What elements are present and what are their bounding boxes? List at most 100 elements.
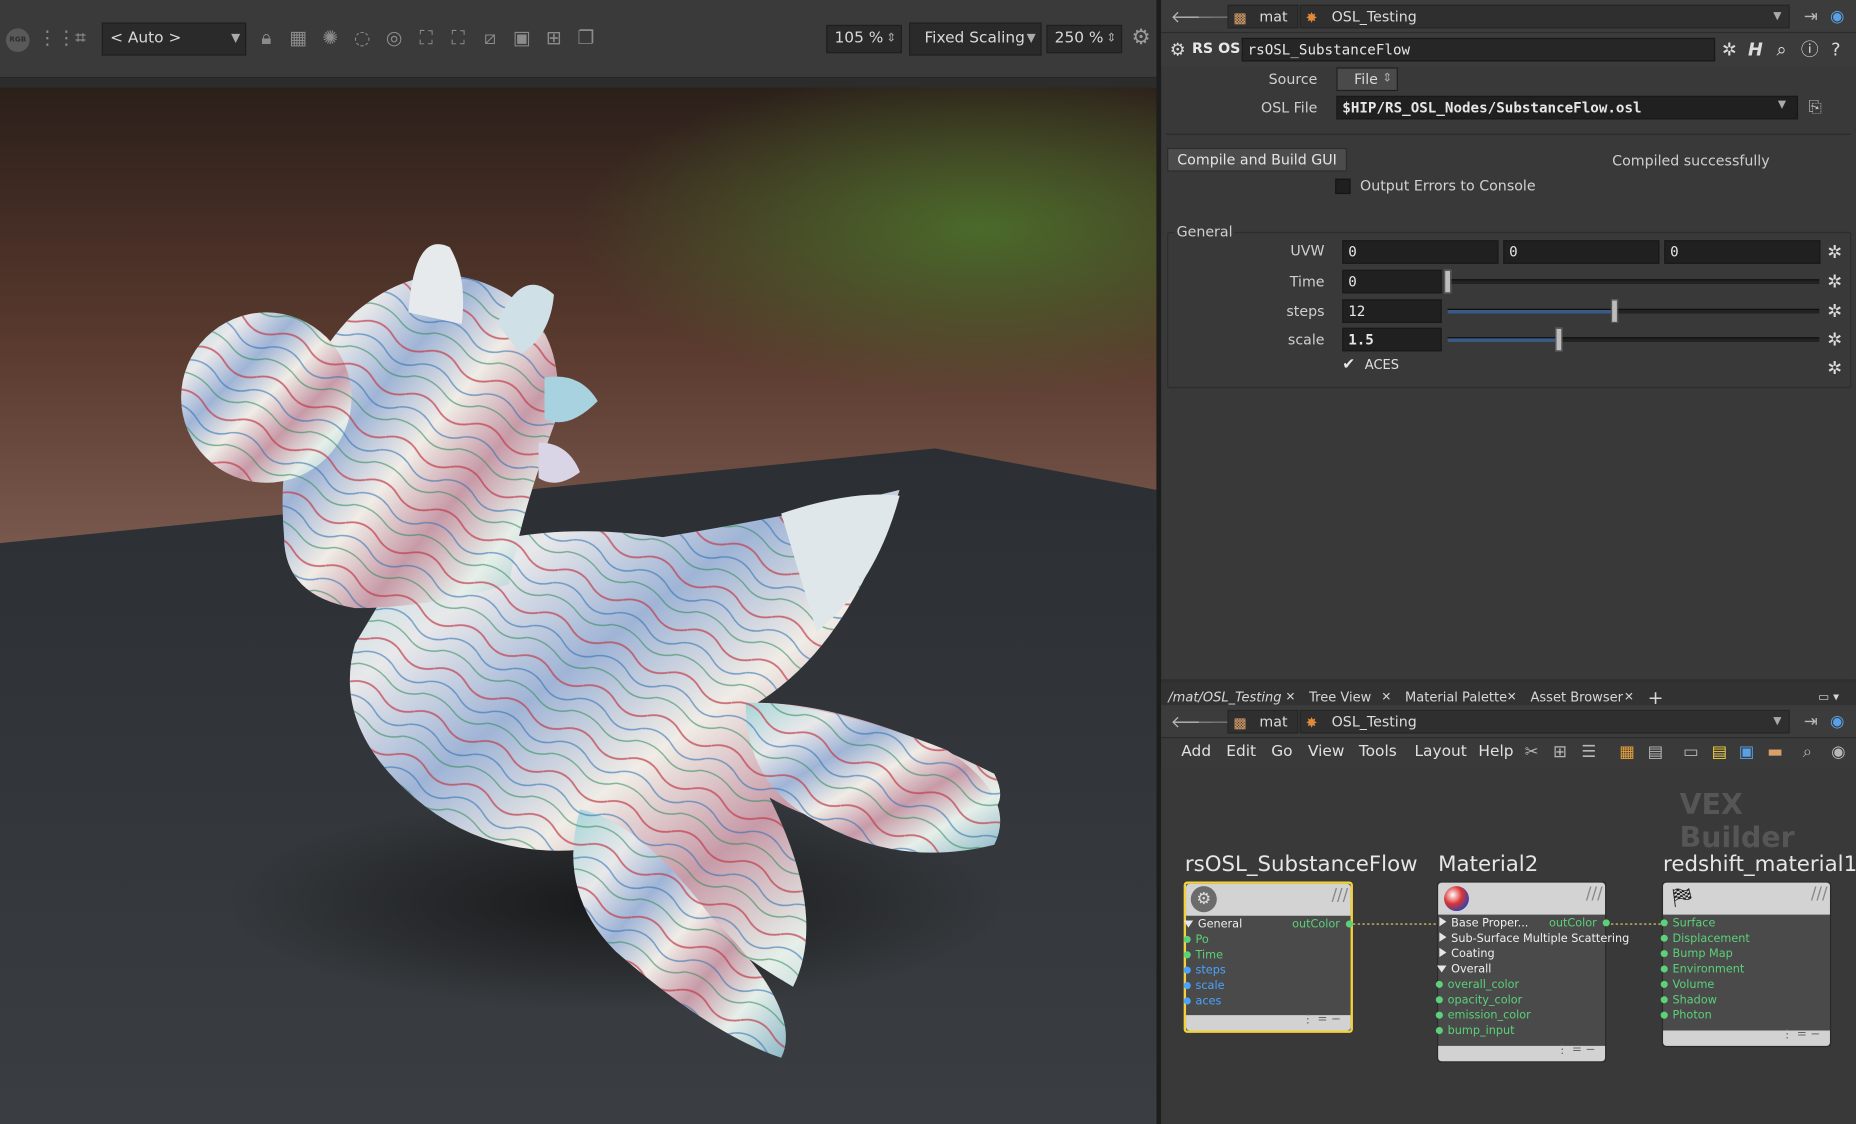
tree-icon[interactable]: ⊞ [1553, 743, 1567, 762]
output-errors-checkbox[interactable] [1335, 178, 1351, 195]
node-flags-icon[interactable]: /// [1331, 886, 1348, 905]
node1-input-scale[interactable]: scale [1183, 980, 1224, 993]
node2-output-outcolor[interactable]: outColor [1549, 917, 1610, 930]
menu-layout[interactable]: Layout [1414, 743, 1466, 761]
node-menu-icon[interactable]: ⋮ = − [1302, 1013, 1341, 1026]
crop-icon[interactable]: ⌗ [69, 26, 93, 50]
region-icon[interactable]: ⛶ [446, 26, 470, 50]
sun-icon[interactable]: ✺ [318, 26, 342, 50]
sticky-note-icon[interactable]: ▤ [1712, 743, 1728, 762]
node2-input-overall[interactable]: Overall [1436, 963, 1491, 976]
add-icon[interactable]: ⊞ [542, 26, 566, 50]
node2-input-base[interactable]: Base Proper... [1439, 916, 1528, 930]
link-icon[interactable]: ◉ [1830, 712, 1844, 731]
network-editor[interactable]: VEX Builder rsOSL_SubstanceFlow ⚙ /// Ge… [1161, 769, 1856, 1124]
menu-tools[interactable]: Tools [1359, 743, 1397, 761]
menu-help[interactable]: Help [1478, 743, 1513, 761]
node1-header[interactable]: ⚙ /// [1186, 883, 1351, 916]
compile-button[interactable]: Compile and Build GUI [1167, 147, 1348, 172]
image-icon[interactable]: ▣ [510, 26, 534, 50]
scale-slider[interactable] [1447, 327, 1820, 352]
time-slider-handle[interactable] [1444, 269, 1452, 294]
node3-input-environment[interactable]: Environment [1660, 963, 1744, 976]
edit-region-icon[interactable]: ⧄ [478, 26, 502, 50]
zoom-field-2[interactable]: 250 % ⇕ [1046, 24, 1123, 54]
net-crumb-mat[interactable]: ▩ mat [1227, 709, 1299, 734]
frame-icon[interactable]: ⛶ [414, 26, 438, 50]
node2-input-overall-color[interactable]: overall_color [1435, 978, 1519, 991]
node3-input-shadow[interactable]: Shadow [1660, 994, 1717, 1007]
pin-icon[interactable]: ⇥ [1804, 712, 1818, 731]
node2-input-coating[interactable]: Coating [1439, 947, 1495, 961]
help-h-icon[interactable]: H [1746, 40, 1765, 59]
background-image-icon[interactable]: ▣ [1739, 743, 1755, 762]
rgb-badge-icon[interactable]: RGB [5, 28, 30, 53]
node2-header[interactable]: /// [1438, 882, 1606, 915]
target-icon[interactable]: ◎ [382, 26, 406, 50]
node3-header[interactable]: 🏁︎ /// [1663, 882, 1830, 915]
node1-input-steps[interactable]: steps [1183, 964, 1226, 977]
node-rsosl-substanceflow[interactable]: ⚙ /// General Po Time steps scale aces o… [1183, 881, 1353, 1033]
aces-gear-icon[interactable]: ✲ [1825, 358, 1844, 377]
time-gear-icon[interactable]: ✲ [1825, 272, 1844, 291]
steps-slider[interactable] [1447, 299, 1820, 324]
copy-icon[interactable]: ❐ [574, 26, 598, 50]
net-crumb-current[interactable]: ✸ OSL_Testing ▼ [1299, 709, 1790, 734]
node2-input-opacity-color[interactable]: opacity_color [1435, 994, 1522, 1007]
table-icon[interactable]: ▤ [1648, 743, 1664, 762]
menu-add[interactable]: Add [1181, 743, 1211, 761]
source-dropdown[interactable]: File ⇕ [1336, 67, 1398, 92]
steps-gear-icon[interactable]: ✲ [1825, 302, 1844, 321]
menu-edit[interactable]: Edit [1226, 743, 1256, 761]
node-name-field[interactable]: rsOSL_SubstanceFlow [1241, 37, 1716, 62]
time-field[interactable]: 0 [1342, 269, 1442, 294]
node-flags-icon[interactable]: /// [1811, 885, 1828, 904]
file-chooser-icon[interactable]: ⎘ [1809, 98, 1822, 117]
steps-field[interactable]: 12 [1342, 299, 1442, 324]
uvw-w-field[interactable]: 0 [1664, 240, 1821, 264]
node2-input-sss[interactable]: Sub-Surface Multiple Scattering [1439, 932, 1629, 945]
grid-view-icon[interactable]: ▦ [1619, 743, 1635, 762]
list-icon[interactable]: ☰ [1581, 743, 1596, 762]
scale-field[interactable]: 1.5 [1342, 327, 1442, 352]
aces-checkbox[interactable]: ✔ [1342, 356, 1355, 374]
network-box-icon[interactable]: ▬ [1767, 743, 1783, 762]
node3-input-bump[interactable]: Bump Map [1660, 948, 1733, 961]
uvw-v-field[interactable]: 0 [1503, 240, 1660, 264]
search-icon[interactable]: ⌕ [1772, 40, 1791, 59]
chevron-down-icon[interactable]: ▼ [1778, 99, 1786, 111]
search-icon[interactable]: ⌕ [1803, 743, 1812, 762]
node1-input-aces[interactable]: aces [1183, 995, 1221, 1008]
node2-input-bump[interactable]: bump_input [1435, 1025, 1515, 1038]
uvw-gear-icon[interactable]: ✲ [1825, 243, 1844, 262]
help-icon[interactable]: ? [1826, 40, 1845, 59]
link-icon[interactable]: ◉ [1830, 7, 1844, 26]
scale-gear-icon[interactable]: ✲ [1825, 330, 1844, 349]
grid-icon[interactable]: ▦ [286, 26, 310, 50]
uvw-u-field[interactable]: 0 [1342, 240, 1499, 264]
menu-view[interactable]: View [1308, 743, 1345, 761]
node3-input-photon[interactable]: Photon [1660, 1009, 1712, 1022]
steps-slider-handle[interactable] [1611, 299, 1619, 324]
path-crumb-current[interactable]: ✸ OSL_Testing ▼ [1299, 4, 1790, 29]
node1-output-outcolor[interactable]: outColor [1292, 918, 1353, 931]
menu-go[interactable]: Go [1271, 743, 1292, 761]
node3-input-surface[interactable]: Surface [1660, 917, 1715, 930]
node1-input-general[interactable]: General [1183, 918, 1242, 931]
scope-dropdown[interactable]: < Auto > ▼ [101, 22, 247, 56]
eye-icon[interactable]: ◉ [1831, 743, 1845, 762]
gear-icon[interactable]: ✲ [1720, 40, 1739, 59]
node1-input-po[interactable]: Po [1183, 934, 1209, 947]
info-icon[interactable]: ⓘ [1800, 40, 1819, 59]
node3-input-displacement[interactable]: Displacement [1660, 932, 1750, 945]
lock-icon[interactable]: 🔒︎ [254, 26, 278, 50]
display-icon[interactable]: ▭ [1683, 743, 1699, 762]
node-menu-icon[interactable]: ⋮ = − [1556, 1044, 1595, 1057]
node-menu-icon[interactable]: ⋮ = − [1781, 1028, 1820, 1041]
node-flags-icon[interactable]: /// [1586, 885, 1603, 904]
node2-input-emission-color[interactable]: emission_color [1435, 1009, 1531, 1022]
node3-input-volume[interactable]: Volume [1660, 978, 1714, 991]
node-redshift-material1[interactable]: 🏁︎ /// Surface Displacement Bump Map Env… [1660, 881, 1832, 1048]
tools-icon[interactable]: ✂ [1525, 743, 1539, 762]
grid-dots-icon[interactable]: ⋮⋮ [38, 26, 76, 50]
